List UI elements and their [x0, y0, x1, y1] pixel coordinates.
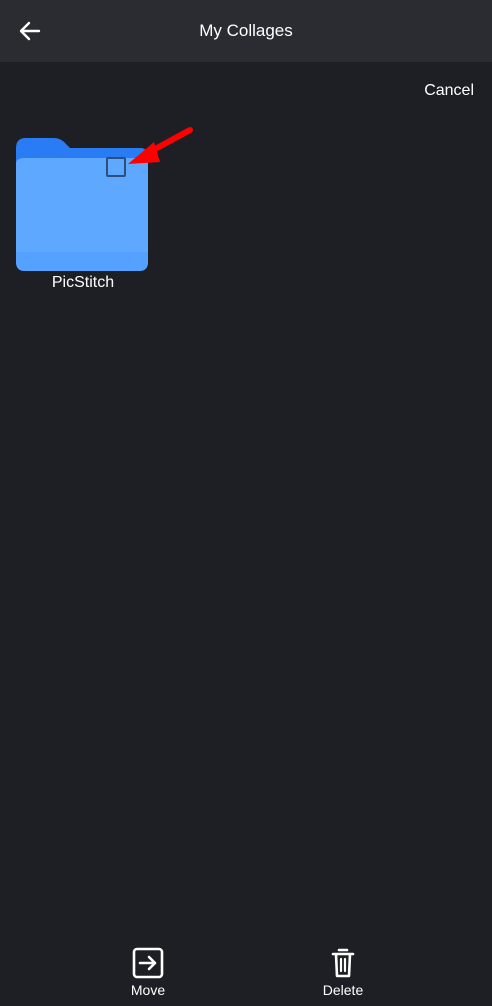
- bottom-action-bar: Move Delete: [0, 946, 492, 1006]
- annotation-arrow-icon: [128, 127, 193, 164]
- folder-name: PicStitch: [51, 274, 115, 291]
- page-title: My Collages: [199, 21, 293, 40]
- app-header: My Collages: [0, 0, 492, 62]
- trash-icon: [331, 948, 355, 978]
- move-label: Move: [130, 982, 166, 998]
- move-icon: [132, 947, 164, 979]
- move-button[interactable]: Move: [108, 946, 188, 1006]
- app-screen: My Collages Cancel PicStitch Move Delete: [0, 0, 492, 1006]
- cancel-button[interactable]: Cancel: [424, 82, 474, 100]
- folder-select-checkbox[interactable]: [106, 157, 126, 177]
- delete-label: Delete: [322, 982, 364, 998]
- delete-button[interactable]: Delete: [303, 946, 383, 1006]
